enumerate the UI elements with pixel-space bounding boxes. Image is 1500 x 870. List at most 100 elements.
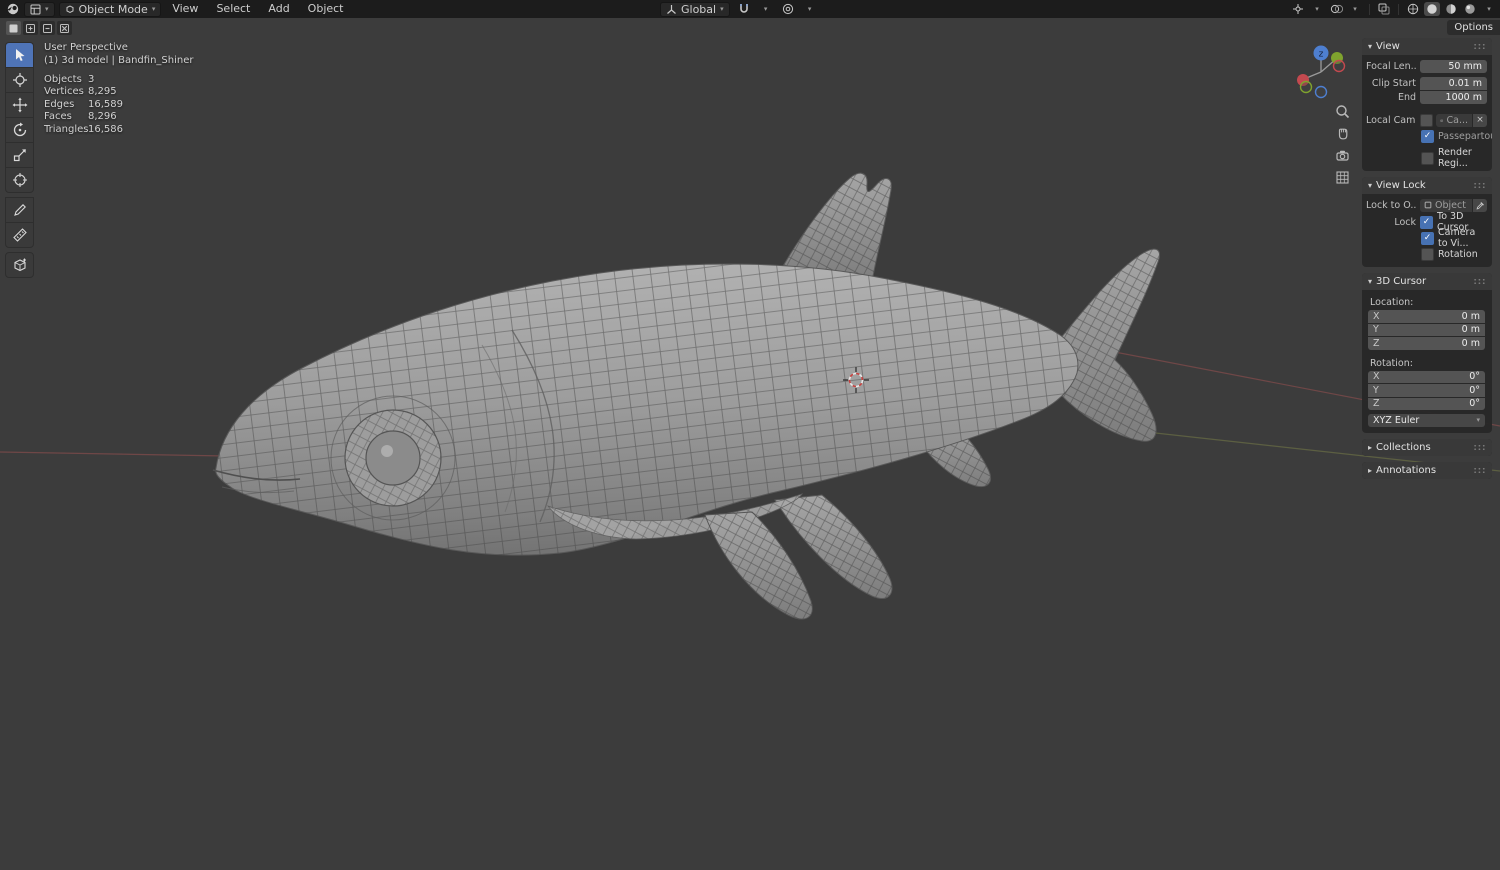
orientation-icon: [667, 4, 676, 14]
fish-model[interactable]: [212, 172, 1160, 620]
gizmo-x-neg-axis[interactable]: [1332, 59, 1346, 73]
clip-end-field[interactable]: 1000 m: [1420, 90, 1487, 104]
menu-object[interactable]: Object: [301, 0, 351, 18]
lock-to-object-field[interactable]: Object: [1420, 198, 1472, 212]
panel-drag-grip[interactable]: [1473, 467, 1486, 474]
measure-tool-icon: [12, 228, 27, 242]
tool-add-primitive[interactable]: [5, 252, 34, 278]
mode-dropdown[interactable]: Object Mode ▾: [58, 1, 162, 17]
clip-start-field[interactable]: 0.01 m: [1420, 76, 1487, 90]
panel-view-header[interactable]: ▾ View: [1362, 38, 1492, 55]
clear-camera-button[interactable]: ×: [1473, 113, 1487, 127]
passepartout-checkbox[interactable]: ✓: [1421, 129, 1434, 143]
cursor-location-y-field[interactable]: Y 0 m: [1368, 323, 1485, 336]
tool-annotate[interactable]: [5, 197, 34, 222]
panel-view-lock-header[interactable]: ▾ View Lock: [1362, 177, 1492, 194]
lock-rotation-checkbox[interactable]: [1421, 247, 1434, 261]
panel-drag-grip[interactable]: [1473, 43, 1486, 50]
shading-material-button[interactable]: [1443, 2, 1459, 16]
navigation-gizmo[interactable]: z: [1294, 42, 1350, 106]
pan-button[interactable]: [1333, 124, 1351, 142]
transform-orientation-dropdown[interactable]: Global ▾: [660, 1, 730, 17]
select-mode-intersect-button[interactable]: [57, 21, 72, 35]
solid-shading-icon: [1427, 4, 1437, 14]
cursor-rotation-x-field[interactable]: X 0°: [1368, 370, 1485, 383]
divider: [1398, 3, 1399, 15]
camera-view-button[interactable]: [1333, 146, 1351, 164]
panel-drag-grip[interactable]: [1473, 444, 1486, 451]
local-camera-row: Local Cam... Ca... ×: [1366, 113, 1487, 127]
chevron-down-icon: ▾: [1487, 4, 1491, 13]
tool-transform[interactable]: [5, 167, 34, 193]
show-gizmo-toggle[interactable]: [1290, 2, 1306, 16]
show-overlays-toggle[interactable]: [1328, 2, 1344, 16]
menu-add[interactable]: Add: [261, 0, 296, 18]
focal-length-field[interactable]: 50 mm: [1420, 59, 1487, 73]
options-button[interactable]: Options: [1447, 20, 1500, 35]
panel-collections-header[interactable]: ▸ Collections: [1362, 439, 1492, 456]
add-cube-icon: [13, 258, 26, 272]
shading-solid-button[interactable]: [1424, 2, 1440, 16]
snap-toggle[interactable]: [736, 2, 752, 16]
camera-to-view-row: ✓ Camera to Vi...: [1366, 227, 1487, 249]
scene-statistics: Objects 3 Vertices 8,295 Edges 16,589 Faces…: [44, 74, 123, 136]
xray-toggle[interactable]: [1376, 2, 1392, 16]
collapsed-icon: ▸: [1368, 466, 1373, 475]
chevron-down-icon: ▾: [1315, 4, 1319, 13]
check-icon: ✓: [1423, 232, 1432, 243]
cursor-location-z-field[interactable]: Z 0 m: [1368, 337, 1485, 350]
local-camera-checkbox[interactable]: [1420, 113, 1433, 127]
collapsed-icon: ▸: [1368, 443, 1373, 452]
rotation-mode-dropdown[interactable]: XYZ Euler ▾: [1368, 414, 1485, 427]
select-mode-extend-button[interactable]: [23, 21, 38, 35]
proportional-falloff-dropdown[interactable]: ▾: [802, 2, 818, 16]
eyedropper-button[interactable]: [1473, 198, 1487, 212]
tool-rotate[interactable]: [5, 117, 34, 142]
render-region-checkbox[interactable]: [1421, 151, 1434, 165]
ortho-grid-icon: [1335, 170, 1349, 184]
tool-measure[interactable]: [5, 222, 34, 248]
panel-3d-cursor: ▾ 3D Cursor Location: X 0 m Y 0 m Z 0 m: [1362, 273, 1492, 433]
cursor-location-x-field[interactable]: X 0 m: [1368, 310, 1485, 323]
select-mode-subtract-button[interactable]: [40, 21, 55, 35]
annotate-pen-icon: [13, 204, 26, 216]
panel-drag-grip[interactable]: [1473, 278, 1486, 285]
wireframe-shading-icon: [1407, 3, 1419, 15]
menu-view[interactable]: View: [165, 0, 205, 18]
panel-collections: ▸ Collections: [1362, 439, 1492, 456]
to-3d-cursor-checkbox[interactable]: ✓: [1420, 215, 1433, 229]
panel-view-title: View: [1376, 41, 1400, 52]
toolbar: [5, 42, 34, 278]
select-mode-new-button[interactable]: [6, 21, 21, 35]
tool-cursor[interactable]: [5, 67, 34, 92]
tool-move[interactable]: [5, 92, 34, 117]
gizmo-z-neg-axis[interactable]: [1314, 85, 1328, 99]
local-camera-field[interactable]: Ca...: [1436, 113, 1472, 127]
snap-settings-dropdown[interactable]: ▾: [758, 2, 774, 16]
zoom-button[interactable]: [1333, 102, 1351, 120]
gizmo-dropdown[interactable]: ▾: [1309, 2, 1325, 16]
camera-to-view-checkbox[interactable]: ✓: [1421, 231, 1434, 245]
panel-drag-grip[interactable]: [1473, 182, 1486, 189]
expand-icon: ▾: [1368, 42, 1373, 51]
shading-dropdown[interactable]: ▾: [1481, 2, 1497, 16]
shading-rendered-button[interactable]: [1462, 2, 1478, 16]
shading-wireframe-button[interactable]: [1405, 2, 1421, 16]
gizmo-y-neg-axis[interactable]: [1299, 80, 1313, 94]
editor-type-selector[interactable]: ▾: [24, 1, 55, 17]
menu-select[interactable]: Select: [209, 0, 257, 18]
toggle-ortho-button[interactable]: [1333, 168, 1351, 186]
render-region-row: Render Regi...: [1366, 147, 1487, 169]
proportional-edit-toggle[interactable]: [780, 2, 796, 16]
panel-3d-cursor-header[interactable]: ▾ 3D Cursor: [1362, 273, 1492, 290]
chevron-down-icon: ▾: [1476, 416, 1480, 424]
tool-scale[interactable]: [5, 142, 34, 167]
cursor-rotation-y-field[interactable]: Y 0°: [1368, 384, 1485, 397]
overlays-dropdown[interactable]: ▾: [1347, 2, 1363, 16]
divider: [1369, 3, 1370, 15]
tool-select-box[interactable]: [5, 42, 34, 67]
panel-annotations-header[interactable]: ▸ Annotations: [1362, 462, 1492, 479]
cursor-rotation-z-field[interactable]: Z 0°: [1368, 397, 1485, 410]
viewport-canvas[interactable]: [0, 0, 1500, 870]
panel-view-lock: ▾ View Lock Lock to O... Object Lock ✓ T…: [1362, 177, 1492, 267]
